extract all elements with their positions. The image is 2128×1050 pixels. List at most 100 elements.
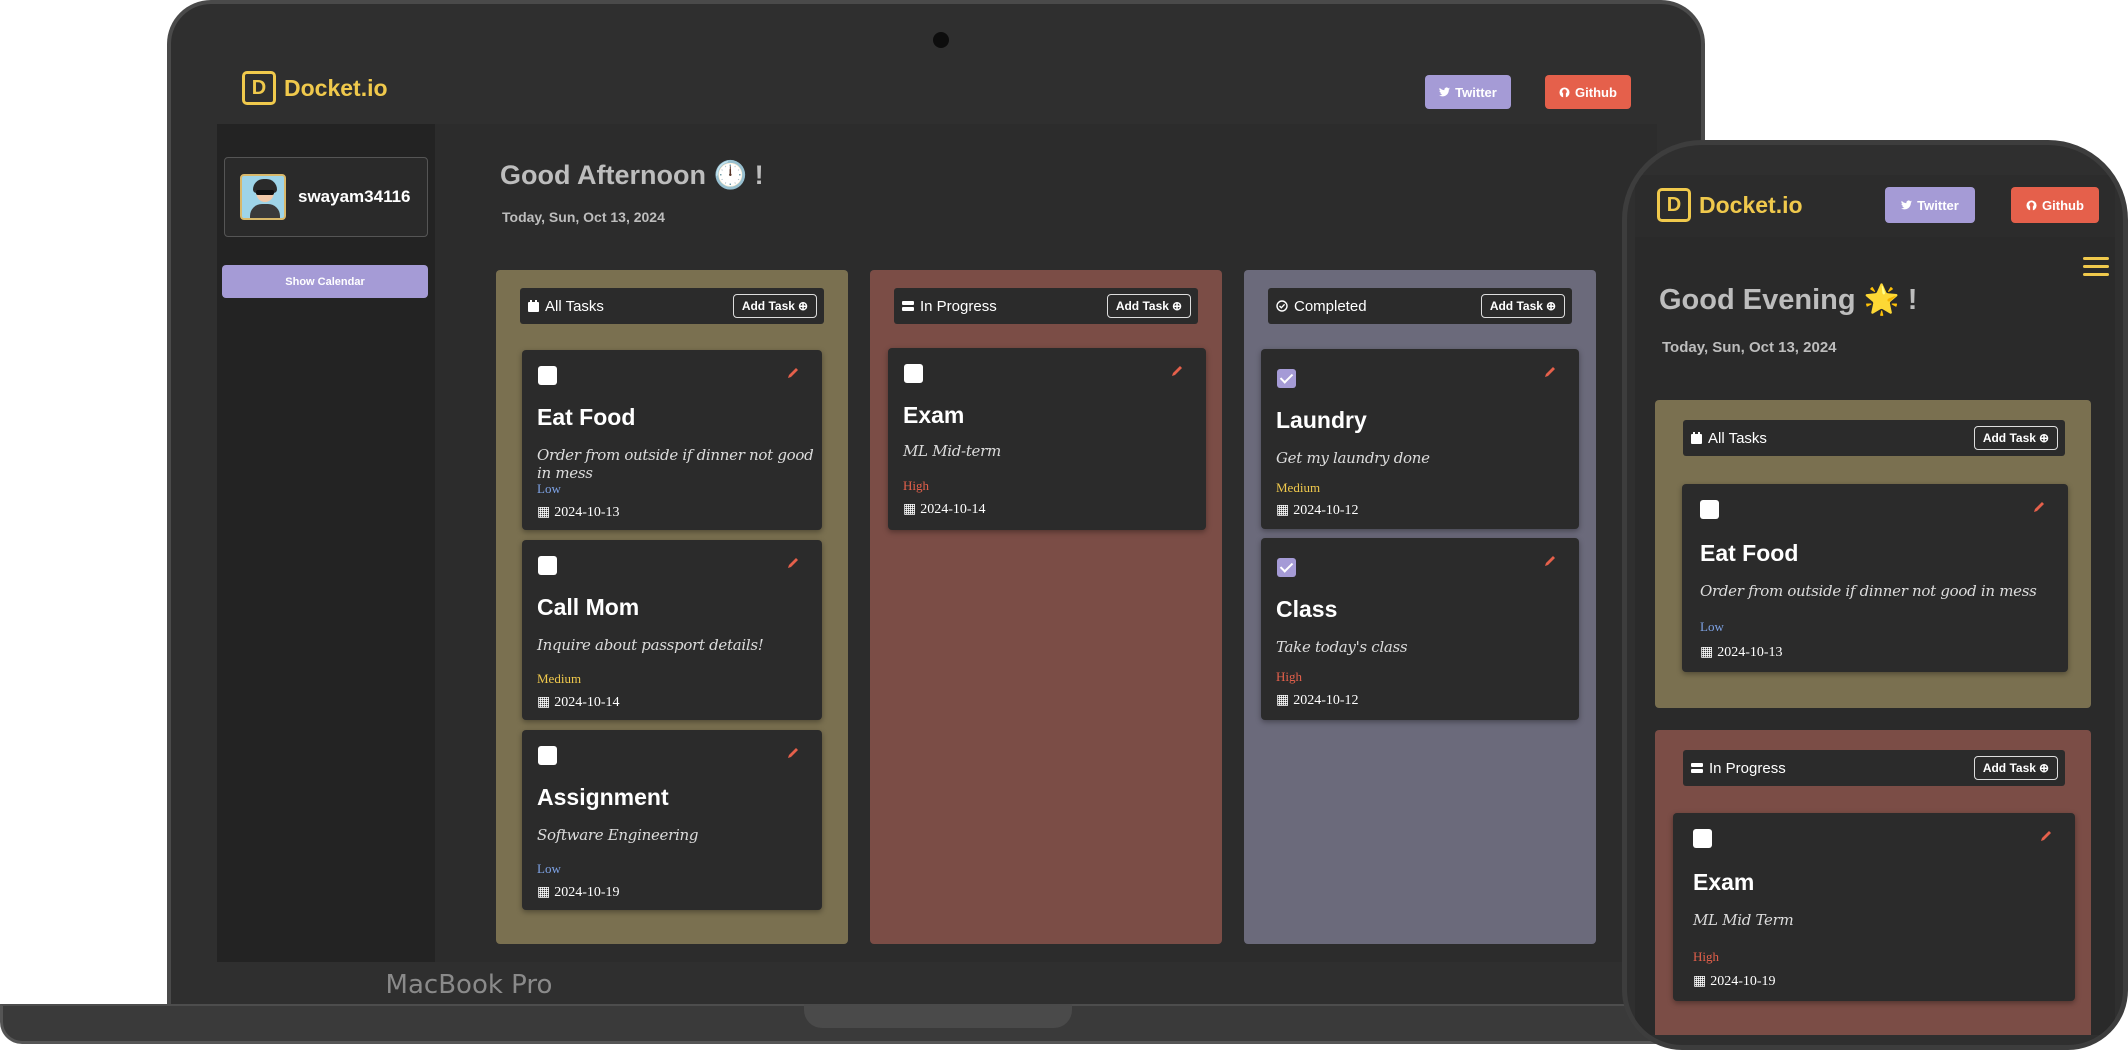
task-priority: Medium <box>537 671 582 686</box>
pencil-icon[interactable] <box>1170 364 1184 378</box>
task-description: Inquire about passport details! <box>537 636 764 654</box>
logo-icon: D <box>242 71 276 105</box>
github-button[interactable]: Github <box>1545 75 1631 109</box>
column-title: In Progress <box>1709 759 1786 777</box>
task-description: Get my laundry done <box>1276 449 1430 467</box>
pencil-icon[interactable] <box>1543 365 1557 379</box>
brand-logo[interactable]: D Docket.io <box>1657 188 1803 222</box>
task-checkbox[interactable] <box>1700 500 1719 519</box>
task-title: Eat Food <box>537 404 636 430</box>
add-task-button[interactable]: Add Task ⊕ <box>1480 294 1565 318</box>
calendar-icon <box>528 300 539 312</box>
twitter-button[interactable]: Twitter <box>1885 187 1975 223</box>
add-task-button[interactable]: Add Task ⊕ <box>1973 426 2058 450</box>
add-task-button[interactable]: Add Task ⊕ <box>732 294 817 318</box>
task-checkbox[interactable] <box>1277 558 1296 577</box>
date-label: Today, Sun, Oct 13, 2024 <box>502 209 665 225</box>
task-checkbox[interactable] <box>538 556 557 575</box>
pencil-icon[interactable] <box>2032 500 2046 514</box>
calendar-icon: ▦ <box>1276 503 1290 518</box>
task-title: Assignment <box>537 784 669 810</box>
task-card[interactable]: Eat Food Order from outside if dinner no… <box>1682 484 2068 672</box>
show-calendar-button[interactable]: Show Calendar <box>222 265 428 298</box>
task-priority: High <box>1276 669 1302 684</box>
github-button[interactable]: Github <box>2011 187 2099 223</box>
task-due: ▦ 2024-10-13 <box>537 504 620 521</box>
hamburger-menu-icon[interactable] <box>2083 257 2109 279</box>
github-icon <box>1559 86 1570 98</box>
task-due: ▦ 2024-10-12 <box>1276 692 1359 709</box>
task-checkbox[interactable] <box>1693 829 1712 848</box>
task-due: ▦ 2024-10-19 <box>1693 973 1776 990</box>
task-due: ▦ 2024-10-14 <box>903 501 986 518</box>
task-card[interactable]: Exam ML Mid Term High ▦ 2024-10-19 <box>1673 813 2075 1001</box>
task-title: Eat Food <box>1700 540 1799 566</box>
github-icon <box>2026 199 2037 211</box>
username: swayam34116 <box>298 187 411 206</box>
column-title: All Tasks <box>1708 429 1767 447</box>
task-priority: Medium <box>1276 480 1321 495</box>
github-label: Github <box>1575 84 1617 100</box>
pencil-icon[interactable] <box>786 366 800 380</box>
task-card[interactable]: Eat Food Order from outside if dinner no… <box>522 350 822 530</box>
avatar <box>240 174 286 220</box>
twitter-icon <box>1901 200 1913 210</box>
task-due: ▦ 2024-10-13 <box>1700 644 1783 661</box>
task-description: ML Mid Term <box>1693 911 1794 929</box>
pencil-icon[interactable] <box>786 746 800 760</box>
task-title: Exam <box>1693 869 1755 895</box>
add-task-button[interactable]: Add Task ⊕ <box>1106 294 1191 318</box>
column-all-tasks: All Tasks Add Task ⊕ Eat Food Order from … <box>496 270 848 944</box>
column-header: All Tasks Add Task ⊕ <box>520 288 824 324</box>
task-card[interactable]: Laundry Get my laundry done Medium ▦ 2024… <box>1261 349 1579 529</box>
task-checkbox[interactable] <box>904 364 923 383</box>
task-priority: High <box>1693 949 1719 964</box>
task-due: ▦ 2024-10-14 <box>537 694 620 711</box>
calendar-icon: ▦ <box>903 502 917 517</box>
pencil-icon[interactable] <box>786 556 800 570</box>
column-title: In Progress <box>920 297 997 315</box>
add-task-button[interactable]: Add Task ⊕ <box>1973 756 2058 780</box>
task-checkbox[interactable] <box>538 746 557 765</box>
task-priority: Low <box>537 861 561 876</box>
twitter-button[interactable]: Twitter <box>1425 75 1511 109</box>
pencil-icon[interactable] <box>1543 554 1557 568</box>
task-description: Take today's class <box>1276 638 1408 656</box>
task-priority: Low <box>537 481 561 496</box>
task-card[interactable]: Call Mom Inquire about passport details!… <box>522 540 822 720</box>
greeting: Good Evening 🌟 ! <box>1659 284 1918 316</box>
task-card[interactable]: Class Take today's class High ▦ 2024-10-1… <box>1261 538 1579 720</box>
task-checkbox[interactable] <box>1277 369 1296 388</box>
github-label: Github <box>2042 197 2084 213</box>
navbar: D Docket.io Twitter Github <box>217 52 1657 124</box>
task-due: ▦ 2024-10-19 <box>537 884 620 901</box>
camera-dot <box>933 32 949 48</box>
calendar-icon: ▦ <box>537 505 551 520</box>
greeting: Good Afternoon 🕛 ! <box>500 160 764 190</box>
task-description: Software Engineering <box>537 826 699 844</box>
task-description: Order from outside if dinner not good in… <box>1700 582 2037 600</box>
task-checkbox[interactable] <box>538 366 557 385</box>
task-card[interactable]: Assignment Software Engineering Low ▦ 202… <box>522 730 822 910</box>
twitter-label: Twitter <box>1917 197 1959 213</box>
sidebar: swayam34116 Show Calendar <box>217 124 435 962</box>
plus-circle-icon: ⊕ <box>1545 299 1556 313</box>
brand-logo[interactable]: D Docket.io <box>242 71 388 105</box>
progress-icon <box>1691 763 1703 773</box>
task-description: Order from outside if dinner not good in… <box>537 446 814 482</box>
task-card[interactable]: Exam ML Mid-term High ▦ 2024-10-14 <box>888 348 1206 530</box>
calendar-icon <box>1691 432 1702 444</box>
calendar-icon: ▦ <box>537 885 551 900</box>
brand-name: Docket.io <box>284 74 388 101</box>
column-title: All Tasks <box>545 297 604 315</box>
twitter-icon <box>1439 87 1451 97</box>
profile-card[interactable]: swayam34116 <box>224 157 428 237</box>
calendar-icon: ▦ <box>1700 645 1714 660</box>
plus-circle-icon: ⊕ <box>1171 299 1182 313</box>
column-in-progress: In Progress Add Task ⊕ Exam ML Mid-term H… <box>870 270 1222 944</box>
column-completed: Completed Add Task ⊕ Laundry Get my laund… <box>1244 270 1596 944</box>
logo-icon: D <box>1657 188 1691 222</box>
column-in-progress: In Progress Add Task ⊕ Exam ML Mid Term H… <box>1655 730 2091 1035</box>
task-title: Exam <box>903 402 965 428</box>
pencil-icon[interactable] <box>2039 829 2053 843</box>
